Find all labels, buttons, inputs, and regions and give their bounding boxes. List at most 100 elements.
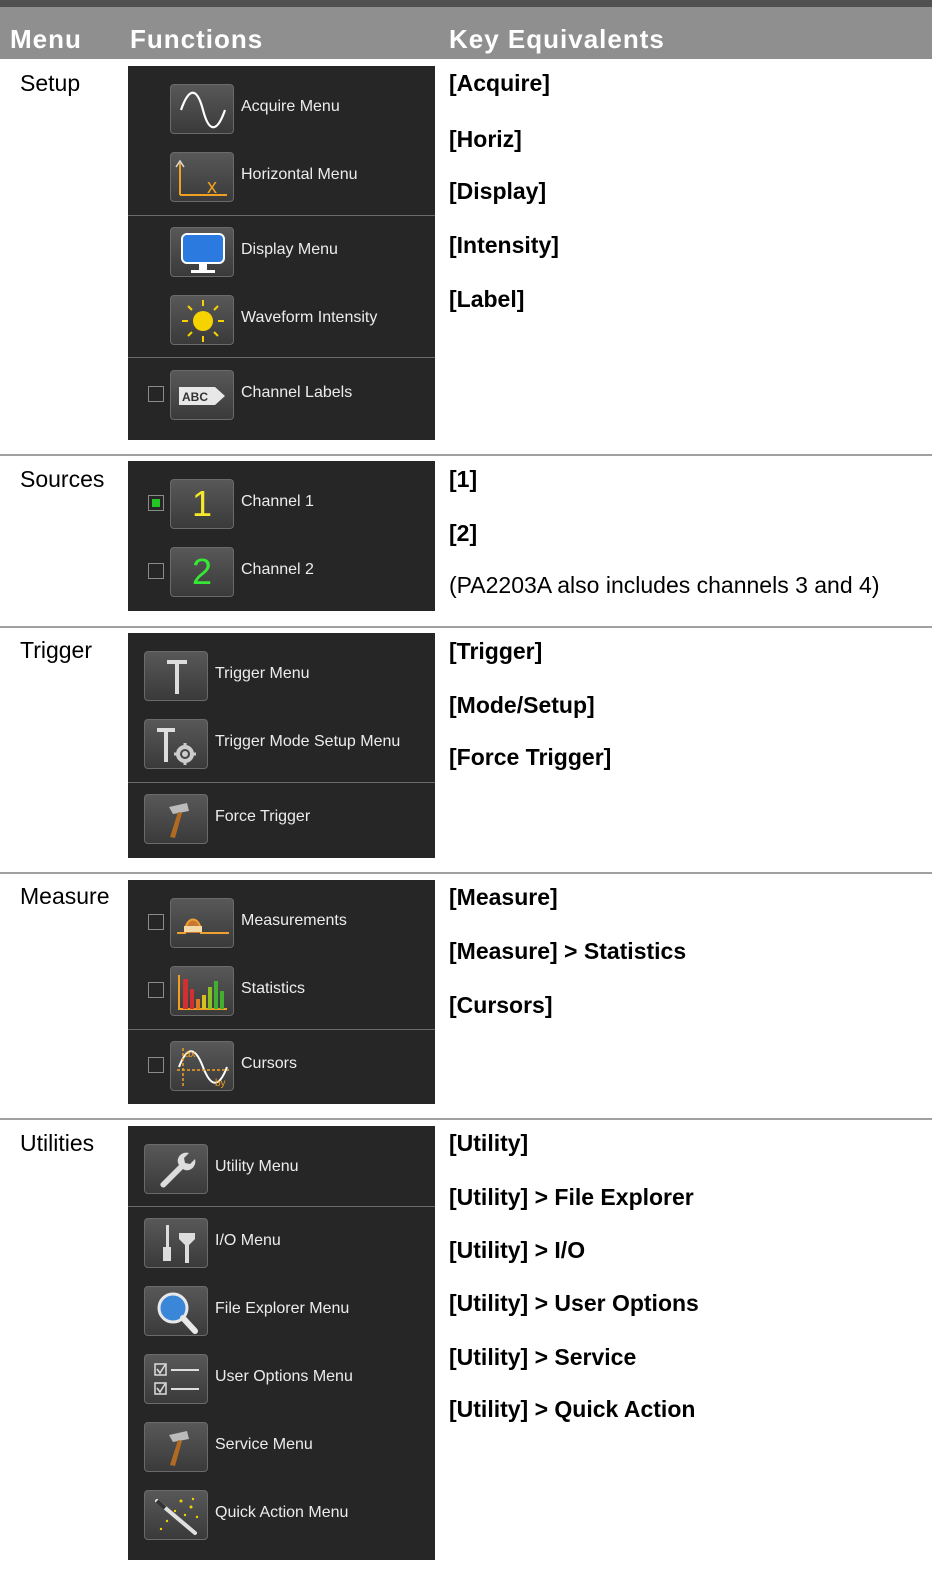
- key-utility-quick-action: [Utility] > Quick Action: [449, 1396, 696, 1422]
- key-utility-file-explorer: [Utility] > File Explorer: [449, 1184, 694, 1210]
- cursors-icon: ax by: [170, 1041, 234, 1091]
- trigger-gear-icon: [144, 719, 208, 769]
- item-label: User Options Menu: [215, 1368, 353, 1385]
- user-options-menu-item[interactable]: User Options Menu: [128, 1346, 435, 1412]
- utilities-panel: Utility Menu I/O Menu File Explorer Menu…: [128, 1126, 435, 1560]
- force-trigger-item[interactable]: Force Trigger: [128, 786, 435, 852]
- measurements-checkbox[interactable]: [148, 914, 164, 930]
- quick-action-menu-item[interactable]: Quick Action Menu: [128, 1482, 435, 1548]
- item-label: Horizontal Menu: [241, 166, 358, 183]
- header-functions: Functions: [130, 24, 264, 54]
- sun-icon: [170, 295, 234, 345]
- channel-1-checkbox[interactable]: [148, 495, 164, 511]
- key-cursors: [Cursors]: [449, 992, 553, 1018]
- header-top-rule: [0, 0, 932, 7]
- cursors-item[interactable]: ax by Cursors: [128, 1033, 435, 1099]
- item-label: Trigger Menu: [215, 665, 310, 682]
- key-display: [Display]: [449, 178, 547, 204]
- svg-text:ABC: ABC: [182, 390, 208, 404]
- abc-label-icon: ABC: [170, 370, 234, 420]
- item-label: Utility Menu: [215, 1158, 299, 1175]
- key-utility-io: [Utility] > I/O: [449, 1237, 586, 1263]
- item-label: Acquire Menu: [241, 98, 340, 115]
- waveform-intensity-item[interactable]: Waveform Intensity: [128, 287, 435, 353]
- svg-text:ax: ax: [185, 1049, 196, 1060]
- svg-text:by: by: [215, 1078, 226, 1089]
- item-label: Channel Labels: [241, 384, 353, 401]
- trigger-t-icon: [144, 651, 208, 701]
- key-measure: [Measure]: [449, 884, 558, 910]
- statistics-item[interactable]: Statistics: [128, 958, 435, 1024]
- row-divider: [0, 872, 932, 874]
- hammer-icon: [144, 794, 208, 844]
- svg-text:x: x: [207, 176, 217, 198]
- row-divider: [0, 1118, 932, 1120]
- channel-labels-checkbox[interactable]: [148, 386, 164, 402]
- menu-sources: Sources: [20, 466, 105, 492]
- key-measure-statistics: [Measure] > Statistics: [449, 938, 687, 964]
- measurement-pulse-icon: [170, 898, 234, 948]
- item-label: Measurements: [241, 912, 347, 929]
- key-utility: [Utility]: [449, 1130, 529, 1156]
- key-utility-user-options: [Utility] > User Options: [449, 1290, 699, 1316]
- key-horiz: [Horiz]: [449, 126, 522, 152]
- key-acquire: [Acquire]: [449, 70, 550, 96]
- channel-1-item[interactable]: 1 Channel 1: [128, 471, 435, 537]
- key-force-trigger: [Force Trigger]: [449, 744, 612, 770]
- trigger-mode-setup-item[interactable]: Trigger Mode Setup Menu: [128, 711, 435, 777]
- checklist-icon: [144, 1354, 208, 1404]
- channel-2-checkbox[interactable]: [148, 563, 164, 579]
- channel-1-number: 1: [191, 483, 213, 524]
- item-label: Display Menu: [241, 241, 338, 258]
- channel-labels-item[interactable]: ABC Channel Labels: [128, 362, 435, 428]
- table-header: Menu Functions Key Equivalents: [0, 7, 932, 59]
- separator: [128, 215, 435, 216]
- monitor-icon: [170, 227, 234, 277]
- menu-setup: Setup: [20, 70, 81, 96]
- row-divider: [0, 626, 932, 628]
- item-label: I/O Menu: [215, 1232, 281, 1249]
- item-label: Service Menu: [215, 1436, 313, 1453]
- io-connector-icon: [144, 1218, 208, 1268]
- item-label: Force Trigger: [215, 808, 311, 825]
- header-key-equivalents: Key Equivalents: [449, 24, 665, 54]
- separator: [128, 782, 435, 783]
- item-label: Cursors: [241, 1055, 298, 1072]
- item-label: Quick Action Menu: [215, 1504, 349, 1521]
- key-trigger: [Trigger]: [449, 638, 543, 664]
- measure-panel: Measurements Statistics ax by Cursors: [128, 880, 435, 1104]
- measurements-item[interactable]: Measurements: [128, 890, 435, 956]
- horizontal-menu-item[interactable]: x Horizontal Menu: [128, 144, 435, 210]
- item-label: Statistics: [241, 980, 306, 997]
- menu-utilities: Utilities: [20, 1130, 95, 1156]
- channel-2-item[interactable]: 2 Channel 2: [128, 539, 435, 605]
- channel-1-icon: 1: [170, 479, 234, 529]
- separator: [128, 1029, 435, 1030]
- io-menu-item[interactable]: I/O Menu: [128, 1210, 435, 1276]
- key-mode-setup: [Mode/Setup]: [449, 692, 595, 718]
- statistics-checkbox[interactable]: [148, 982, 164, 998]
- service-menu-item[interactable]: Service Menu: [128, 1414, 435, 1480]
- wrench-icon: [144, 1144, 208, 1194]
- magic-wand-icon: [144, 1490, 208, 1540]
- trigger-menu-item[interactable]: Trigger Menu: [128, 643, 435, 709]
- separator: [128, 357, 435, 358]
- cursors-checkbox[interactable]: [148, 1057, 164, 1073]
- sources-panel: 1 Channel 1 2 Channel 2: [128, 461, 435, 611]
- acquire-menu-item[interactable]: Acquire Menu: [128, 76, 435, 142]
- item-label: File Explorer Menu: [215, 1300, 350, 1317]
- magnifier-icon: [144, 1286, 208, 1336]
- separator: [128, 1206, 435, 1207]
- trigger-panel: Trigger Menu Trigger Mode Setup Menu For…: [128, 633, 435, 858]
- sine-wave-icon: [170, 84, 234, 134]
- display-menu-item[interactable]: Display Menu: [128, 219, 435, 285]
- menu-measure: Measure: [20, 883, 110, 909]
- menu-trigger: Trigger: [20, 637, 92, 663]
- item-label: Channel 1: [241, 493, 314, 510]
- channel-2-icon: 2: [170, 547, 234, 597]
- key-1: [1]: [449, 466, 478, 492]
- bar-chart-icon: [170, 966, 234, 1016]
- utility-menu-item[interactable]: Utility Menu: [128, 1136, 435, 1202]
- header-menu: Menu: [10, 24, 82, 54]
- file-explorer-menu-item[interactable]: File Explorer Menu: [128, 1278, 435, 1344]
